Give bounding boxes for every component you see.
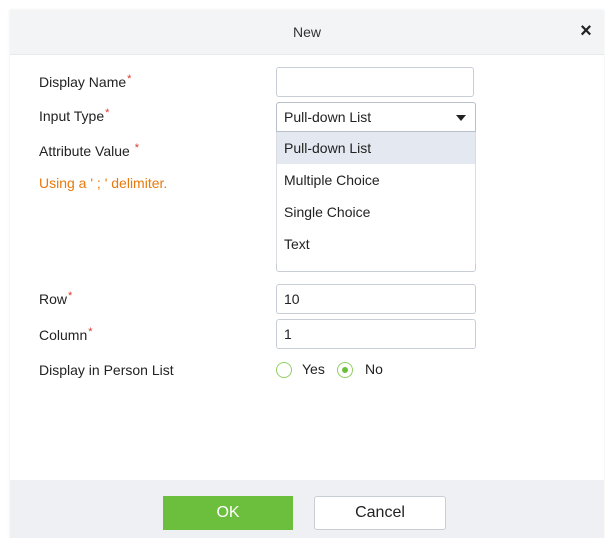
row-label: Row* [39, 290, 73, 307]
display-in-person-list-label: Display in Person List [39, 362, 174, 378]
dropdown-option-text[interactable]: Text [277, 228, 475, 260]
input-type-select-value: Pull-down List [284, 109, 372, 125]
dropdown-option-single-choice[interactable]: Single Choice [277, 196, 475, 228]
dialog-header: New × [10, 10, 604, 55]
new-dialog: New × Display Name* Input Type* Pull-dow… [10, 10, 604, 538]
input-type-label-text: Input Type [39, 108, 105, 124]
dropdown-option-pull-down-list[interactable]: Pull-down List [277, 132, 475, 164]
row-input[interactable]: 10 [276, 284, 476, 314]
required-mark: * [105, 107, 110, 119]
radio-no[interactable] [337, 362, 353, 378]
dialog-footer: OK Cancel [10, 480, 604, 538]
radio-yes-label[interactable]: Yes [302, 361, 325, 377]
dropdown-option-multiple-choice[interactable]: Multiple Choice [277, 164, 475, 196]
attribute-value-label-text: Attribute Value [39, 143, 134, 159]
ok-button[interactable]: OK [163, 496, 293, 530]
input-type-select[interactable]: Pull-down List [276, 102, 476, 132]
row-label-text: Row [39, 291, 68, 307]
attribute-value-label: Attribute Value * [39, 142, 139, 159]
required-mark: * [68, 290, 73, 302]
radio-yes[interactable] [276, 362, 292, 378]
radio-selected-dot [342, 367, 348, 373]
dialog-title: New [292, 24, 321, 40]
input-type-dropdown: Pull-down List Multiple Choice Single Ch… [276, 132, 476, 264]
input-type-label: Input Type* [39, 107, 110, 124]
caret-down-icon [456, 115, 466, 121]
attribute-value-hint: Using a ' ; ' delimiter. [39, 175, 168, 191]
display-name-label: Display Name* [39, 73, 132, 90]
display-name-input[interactable] [276, 67, 474, 97]
column-input[interactable]: 1 [276, 319, 476, 349]
required-mark: * [134, 142, 139, 154]
display-name-label-text: Display Name [39, 74, 127, 90]
required-mark: * [88, 326, 93, 338]
column-label: Column* [39, 326, 93, 343]
cancel-button[interactable]: Cancel [314, 496, 446, 530]
radio-no-label[interactable]: No [365, 361, 383, 377]
close-icon[interactable]: × [574, 19, 598, 43]
column-label-text: Column [39, 327, 88, 343]
required-mark: * [127, 73, 132, 85]
